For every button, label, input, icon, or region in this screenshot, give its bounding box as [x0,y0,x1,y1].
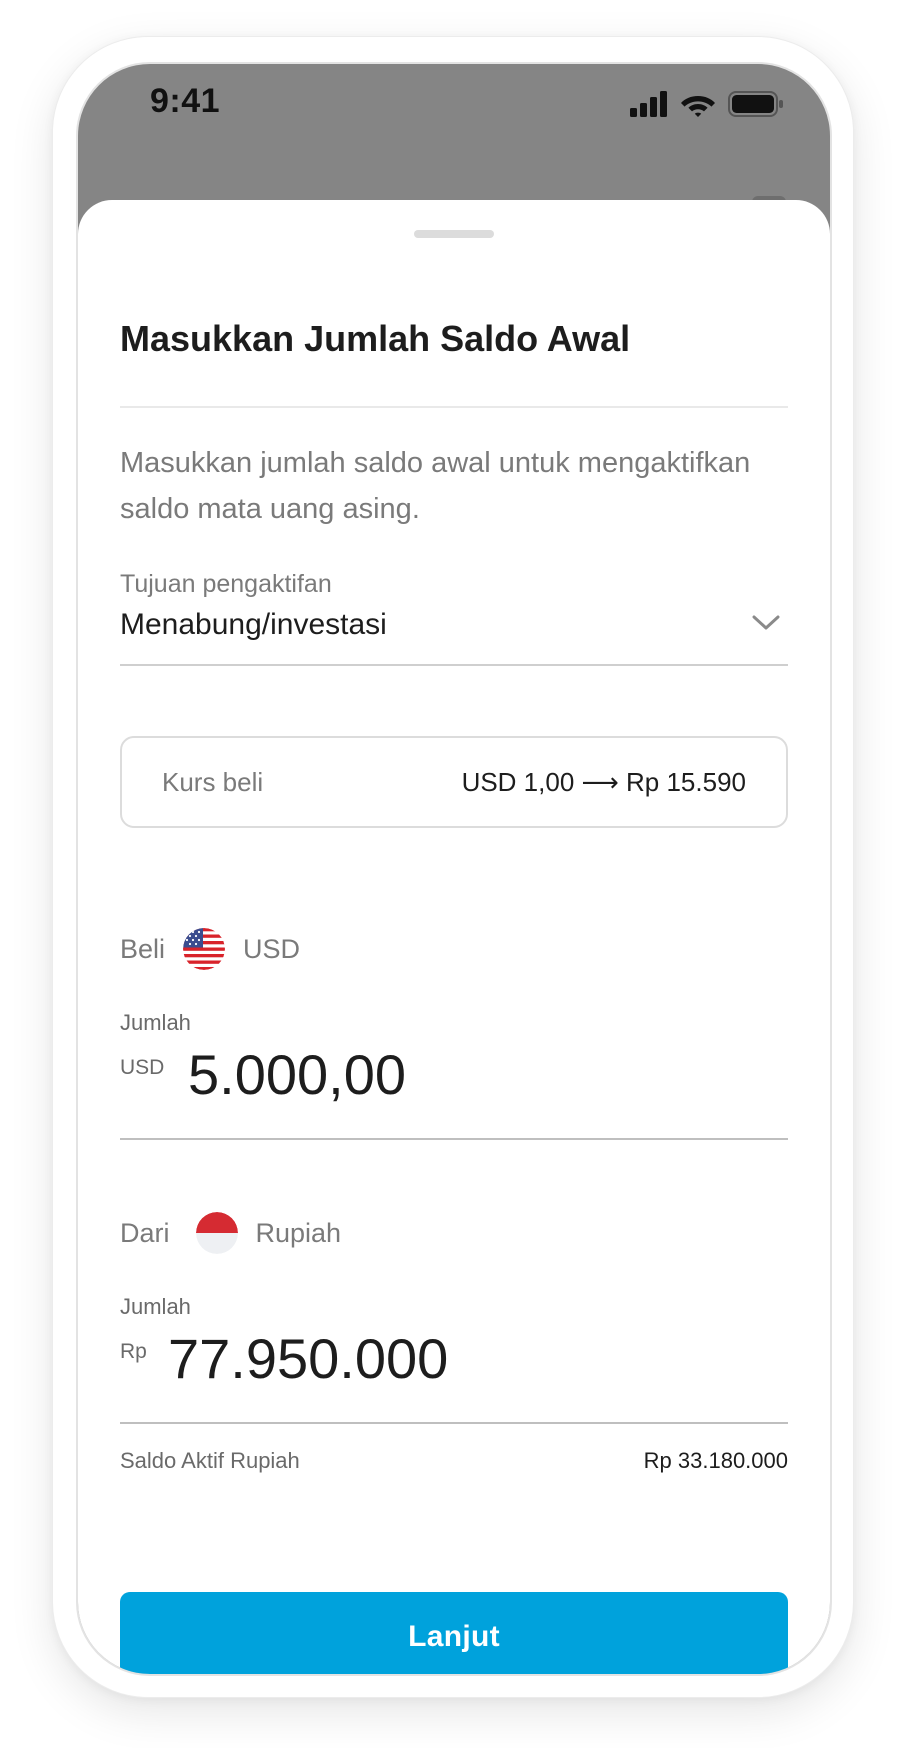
balance-value: Rp 33.180.000 [643,1448,788,1473]
from-currency-row: Dari Rupiah [120,1212,341,1254]
buy-amount-currency: USD [120,1056,165,1079]
exchange-rate-card: Kurs beli USD 1,00 ⟶ Rp 15.590 [120,736,788,828]
buy-currency-row: Beli USD [120,928,300,970]
from-currency-name: Rupiah [255,1217,342,1248]
from-amount-currency: Rp [120,1340,147,1363]
purpose-value: Menabung/investasi [120,608,387,641]
battery-icon [728,91,783,117]
buy-amount-label: Jumlah [120,1010,191,1035]
rate-value: USD 1,00 ⟶ Rp 15.590 [461,766,746,797]
us-flag-icon [183,928,226,970]
cellular-signal-icon [630,91,667,117]
title-divider [120,406,788,408]
purpose-label: Tujuan pengaktifan [120,570,332,598]
from-amount-label: Jumlah [120,1294,191,1319]
balance-label: Saldo Aktif Rupiah [120,1448,300,1473]
from-prefix: Dari [120,1217,170,1248]
status-bar: 9:41 [78,64,830,214]
from-amount-input[interactable]: 77.950.000 [168,1326,448,1391]
buy-prefix: Beli [120,933,166,964]
continue-button[interactable]: Lanjut [120,1592,788,1674]
status-icons [630,90,784,118]
buy-amount-underline [120,1138,788,1140]
from-amount-underline [120,1422,788,1424]
sheet-description: Masukkan jumlah saldo awal untuk mengakt… [120,447,751,525]
wifi-icon [681,96,715,117]
chevron-down-icon [752,615,780,630]
id-flag-icon [195,1212,238,1254]
sheet-drag-handle[interactable] [414,230,494,238]
phone-screen: 9:41 Masukkan Jumlah Saldo Awal Masukkan… [78,64,830,1674]
purpose-select[interactable]: Menabung/investasi [120,608,788,666]
buy-amount-input[interactable]: 5.000,00 [188,1042,406,1107]
status-time: 9:41 [150,82,221,120]
bottom-sheet: Masukkan Jumlah Saldo Awal Masukkan juml… [78,200,830,1674]
sheet-title: Masukkan Jumlah Saldo Awal [120,318,631,359]
rupiah-balance-row: Saldo Aktif Rupiah Rp 33.180.000 [120,1448,788,1474]
buy-currency-name: USD [243,933,301,964]
rate-label: Kurs beli [162,766,264,797]
